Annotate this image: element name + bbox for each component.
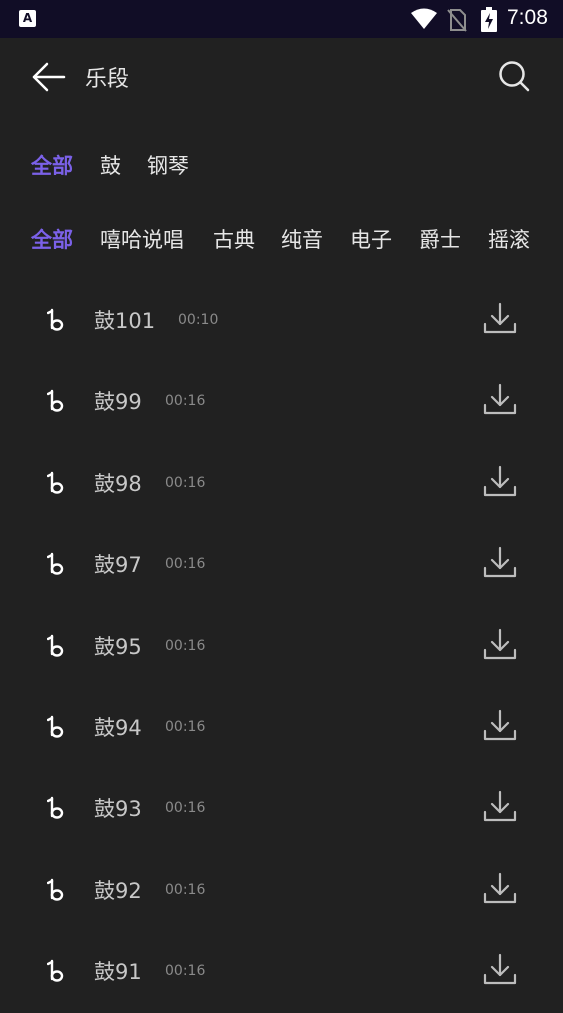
list-item[interactable]: 鼓99 00:16 [0,361,563,442]
download-icon[interactable] [481,300,519,338]
app-bar: 乐段 [0,38,563,114]
tab-instrument-drum[interactable]: 鼓 [100,150,121,182]
tab-genre-hiphop[interactable]: 嘻哈说唱 [100,224,184,256]
download-icon[interactable] [481,463,519,501]
track-name: 鼓95 [94,634,142,659]
download-icon[interactable] [481,626,519,664]
list-item[interactable]: 鼓101 00:10 [0,280,563,361]
download-icon[interactable] [481,788,519,826]
music-note-icon [47,634,64,657]
tab-genre-electronic[interactable]: 电子 [350,224,392,256]
music-note-icon [47,797,64,820]
list-item[interactable]: 鼓94 00:16 [0,687,563,768]
track-duration: 00:16 [165,393,206,410]
page-title: 乐段 [85,67,130,92]
list-item[interactable]: 鼓93 00:16 [0,768,563,849]
tab-instrument-all[interactable]: 全部 [31,150,73,182]
download-icon[interactable] [481,544,519,582]
track-name: 鼓98 [94,471,142,496]
list-item[interactable]: 鼓91 00:16 [0,931,563,1012]
battery-charging-icon [481,7,497,32]
track-duration: 00:10 [178,312,219,328]
no-sim-icon [447,9,467,32]
list-item[interactable]: 鼓97 00:16 [0,524,563,605]
tab-instrument-piano[interactable]: 钢琴 [147,150,189,182]
music-note-icon [47,715,64,738]
track-name: 鼓101 [94,309,156,333]
list-item[interactable]: 鼓98 00:16 [0,443,563,524]
download-icon[interactable] [481,707,519,745]
track-name: 鼓97 [94,553,142,578]
track-name: 鼓92 [94,878,142,903]
tab-genre-rock[interactable]: 摇滚 [488,224,530,256]
list-item[interactable]: 鼓95 00:16 [0,606,563,687]
track-name: 鼓99 [94,390,142,415]
tab-genre-all[interactable]: 全部 [31,224,73,256]
track-duration: 00:16 [165,881,206,898]
instrument-tabs: 全部 鼓 钢琴 [0,150,563,184]
back-arrow-icon[interactable] [30,58,68,96]
status-bar: A 7:08 [0,0,563,38]
tab-genre-pure[interactable]: 纯音 [281,224,323,256]
genre-tabs: 全部 嘻哈说唱 古典 纯音 电子 爵士 摇滚 [0,224,563,258]
music-note-icon [47,471,64,494]
tab-genre-jazz[interactable]: 爵士 [419,224,461,256]
download-icon[interactable] [481,951,519,989]
track-duration: 00:16 [165,556,206,573]
download-icon[interactable] [481,381,519,419]
music-note-icon [47,308,64,331]
status-time: 7:08 [507,6,548,29]
track-name: 鼓91 [94,960,142,985]
track-duration: 00:16 [165,474,206,491]
wifi-icon [411,8,437,29]
tab-genre-classical[interactable]: 古典 [213,224,255,256]
track-duration: 00:16 [165,637,206,654]
track-duration: 00:16 [165,719,206,735]
track-name: 鼓93 [94,797,142,822]
music-note-icon [47,552,64,575]
music-note-icon [47,878,64,901]
app-notification-icon: A [19,10,36,27]
track-duration: 00:16 [165,963,206,980]
search-icon[interactable] [496,58,532,94]
track-duration: 00:16 [165,800,206,817]
download-icon[interactable] [481,870,519,908]
music-note-icon [47,959,64,982]
list-item[interactable]: 鼓92 00:16 [0,850,563,931]
track-name: 鼓94 [94,716,142,740]
music-note-icon [47,390,64,413]
